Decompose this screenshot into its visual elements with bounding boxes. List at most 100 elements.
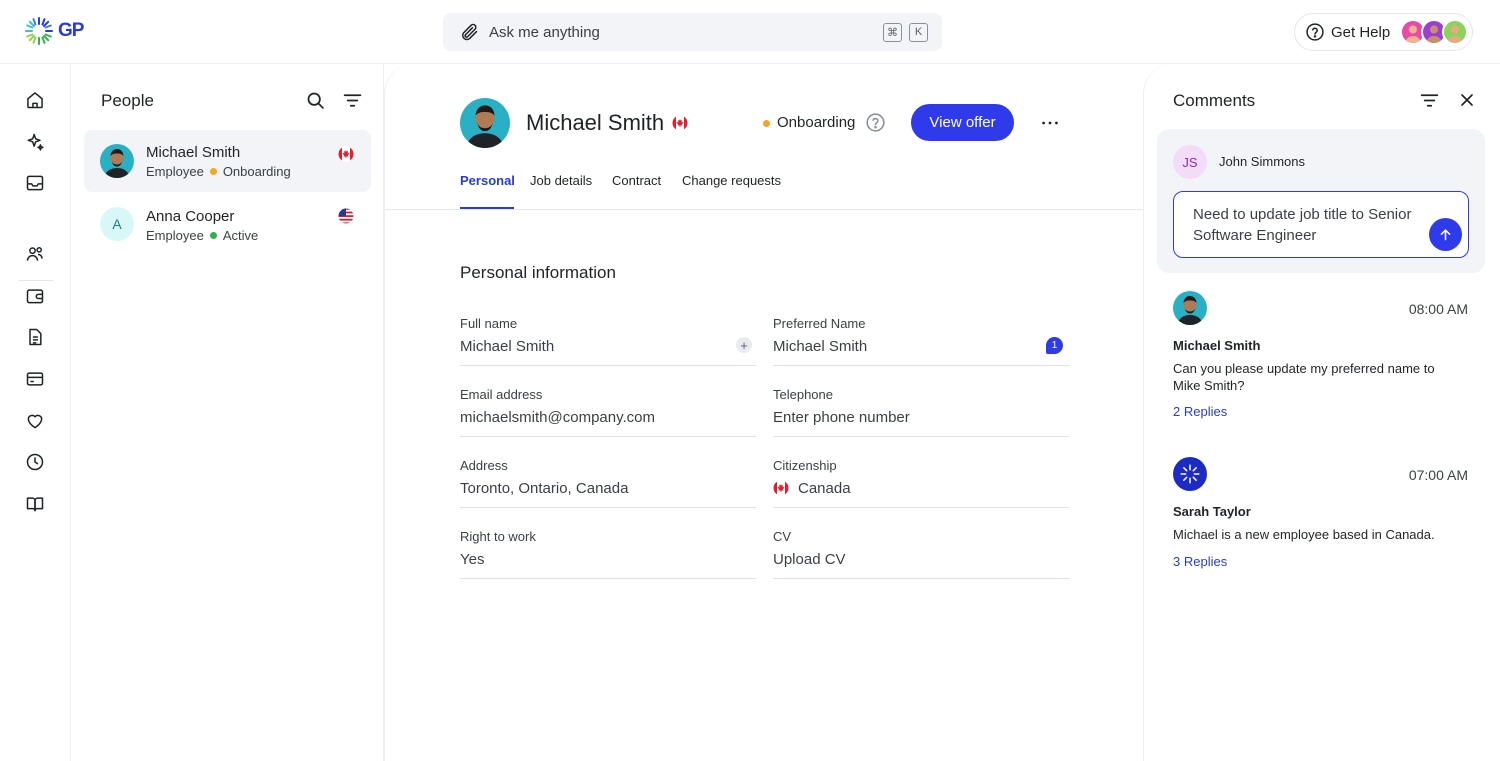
person-status: Active bbox=[222, 228, 259, 243]
comment-time: 07:00 AM bbox=[1408, 467, 1468, 483]
address-field[interactable]: Toronto, Ontario, Canada bbox=[460, 480, 628, 497]
support-avatars bbox=[1400, 19, 1469, 45]
get-help-button[interactable]: Get Help bbox=[1294, 13, 1473, 51]
inbox-icon[interactable] bbox=[24, 172, 46, 194]
tab-personal[interactable]: Personal bbox=[460, 173, 515, 188]
help-circle-icon[interactable] bbox=[865, 112, 886, 133]
person-name: Anna Cooper bbox=[146, 208, 235, 225]
person-subtitle: Employee Active bbox=[146, 228, 258, 243]
filter-icon[interactable] bbox=[342, 90, 363, 111]
person-row[interactable]: Michael Smith Employee Onboarding bbox=[84, 130, 371, 192]
cv-label: CV bbox=[773, 529, 792, 544]
field-underline bbox=[773, 578, 1069, 579]
comment-time: 08:00 AM bbox=[1408, 301, 1468, 317]
full-name-field[interactable]: Michael Smith bbox=[460, 338, 554, 355]
more-options-icon[interactable] bbox=[1039, 112, 1061, 134]
person-subtitle: Employee Onboarding bbox=[146, 164, 291, 179]
comment-input[interactable]: Need to update job title to Senior Softw… bbox=[1173, 191, 1469, 258]
search-placeholder[interactable]: Ask me anything bbox=[489, 24, 876, 41]
book-icon[interactable] bbox=[24, 493, 46, 515]
person-name: Michael Smith bbox=[146, 144, 241, 161]
rail-divider bbox=[18, 280, 54, 281]
comment-author: Michael Smith bbox=[1173, 338, 1261, 353]
add-comment-icon[interactable]: + bbox=[736, 337, 752, 353]
status-dot bbox=[209, 232, 217, 239]
field-underline bbox=[460, 436, 756, 437]
tabs-divider bbox=[385, 209, 1144, 210]
field-underline bbox=[773, 365, 1069, 366]
filter-icon[interactable] bbox=[1419, 90, 1440, 111]
paperclip-icon[interactable] bbox=[459, 22, 479, 42]
tab-change-requests[interactable]: Change requests bbox=[682, 173, 781, 188]
card-icon[interactable] bbox=[24, 368, 46, 390]
full-name-label: Full name bbox=[460, 316, 518, 331]
heart-icon[interactable] bbox=[24, 410, 46, 432]
field-underline bbox=[460, 365, 756, 366]
clock-icon[interactable] bbox=[24, 451, 46, 473]
search-bar[interactable]: Ask me anything ⌘ K bbox=[443, 13, 942, 51]
wallet-icon[interactable] bbox=[24, 285, 46, 307]
logo-text: GP bbox=[58, 20, 84, 41]
citizenship-field[interactable]: Canada bbox=[798, 480, 851, 497]
people-panel: People Michael Smith Employee Onboarding… bbox=[72, 64, 384, 761]
app-logo[interactable]: GP bbox=[24, 16, 84, 46]
profile-name: Michael Smith bbox=[526, 110, 665, 135]
field-underline bbox=[773, 507, 1069, 508]
view-offer-button[interactable]: View offer bbox=[911, 104, 1014, 141]
avatar bbox=[100, 144, 134, 178]
replies-link[interactable]: 2 Replies bbox=[1173, 404, 1227, 419]
home-icon[interactable] bbox=[24, 89, 46, 111]
nav-rail bbox=[0, 64, 71, 761]
address-label: Address bbox=[460, 458, 508, 473]
email-label: Email address bbox=[460, 387, 543, 402]
status-dot bbox=[763, 120, 770, 127]
citizenship-label: Citizenship bbox=[773, 458, 837, 473]
status-dot bbox=[209, 168, 217, 175]
canada-flag-icon bbox=[672, 115, 688, 131]
comment-count-badge[interactable]: 1 bbox=[1046, 337, 1063, 354]
avatar: A bbox=[100, 207, 134, 241]
sparkle-icon[interactable] bbox=[24, 131, 46, 153]
field-underline bbox=[460, 507, 756, 508]
replies-link[interactable]: 3 Replies bbox=[1173, 554, 1227, 569]
people-panel-title: People bbox=[101, 91, 154, 110]
profile-status: Onboarding bbox=[777, 114, 856, 131]
telephone-label: Telephone bbox=[773, 387, 833, 402]
send-button[interactable] bbox=[1429, 218, 1462, 251]
logo-burst-icon bbox=[25, 17, 53, 45]
composer-author: John Simmons bbox=[1219, 154, 1305, 169]
preferred-name-label: Preferred Name bbox=[773, 316, 866, 331]
field-underline bbox=[460, 578, 756, 579]
avatar: JS bbox=[1173, 145, 1207, 179]
comments-panel: Comments JS John Simmons Need to update … bbox=[1143, 64, 1500, 761]
k-key: K bbox=[909, 22, 928, 42]
email-field[interactable]: michaelsmith@company.com bbox=[460, 409, 655, 426]
person-row[interactable]: A Anna Cooper Employee Active bbox=[84, 192, 371, 254]
right-to-work-label: Right to work bbox=[460, 529, 536, 544]
document-icon[interactable] bbox=[24, 326, 46, 348]
person-status: Onboarding bbox=[222, 164, 291, 179]
canada-flag-icon bbox=[773, 480, 789, 496]
person-role: Employee bbox=[146, 164, 204, 179]
profile-panel: Michael Smith Onboarding View offer Pers… bbox=[384, 64, 1144, 761]
right-to-work-field[interactable]: Yes bbox=[460, 551, 484, 568]
telephone-field[interactable]: Enter phone number bbox=[773, 409, 910, 426]
preferred-name-field[interactable]: Michael Smith bbox=[773, 338, 867, 355]
upload-cv-field[interactable]: Upload CV bbox=[773, 551, 846, 568]
tab-contract[interactable]: Contract bbox=[612, 173, 661, 188]
usa-flag-icon bbox=[338, 208, 354, 224]
avatar bbox=[1442, 19, 1469, 45]
tab-job-details[interactable]: Job details bbox=[530, 173, 592, 188]
close-icon[interactable] bbox=[1457, 90, 1477, 110]
comments-title: Comments bbox=[1173, 91, 1256, 110]
get-help-label: Get Help bbox=[1331, 23, 1391, 41]
comment-composer: JS John Simmons Need to update job title… bbox=[1157, 129, 1485, 273]
search-icon[interactable] bbox=[305, 90, 326, 111]
section-title: Personal information bbox=[460, 263, 616, 282]
command-key: ⌘ bbox=[883, 22, 902, 42]
arrow-up-icon bbox=[1440, 229, 1451, 241]
person-role: Employee bbox=[146, 228, 204, 243]
people-icon[interactable] bbox=[24, 243, 46, 265]
comment-draft-text: Need to update job title to Senior Softw… bbox=[1193, 206, 1412, 244]
question-circle-icon bbox=[1306, 23, 1324, 41]
